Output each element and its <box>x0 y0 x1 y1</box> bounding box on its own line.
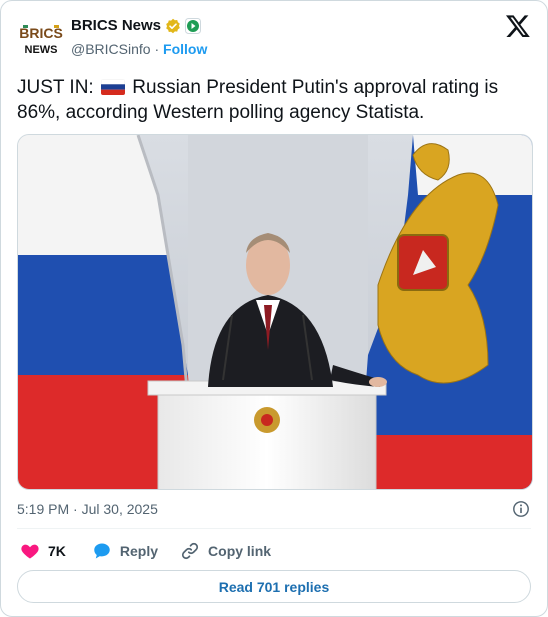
copy-link-button[interactable]: Copy link <box>180 541 271 561</box>
tweet-card: BRICS NEWS BRICS News @BRICSinfo · Follo… <box>0 0 548 617</box>
russia-flag-icon <box>101 79 125 95</box>
x-logo-icon[interactable] <box>505 13 531 39</box>
avatar-logo-text-bottom: NEWS <box>25 44 58 56</box>
tweet-timestamp[interactable]: 5:19 PM · Jul 30, 2025 <box>17 501 158 517</box>
heart-icon <box>21 544 39 559</box>
reply-bubble-icon <box>94 543 110 559</box>
handle[interactable]: @BRICSinfo <box>71 41 151 57</box>
actions-bar: 7K Reply Copy link <box>17 539 271 563</box>
tweet-text-prefix: JUST IN: <box>17 77 94 98</box>
podium <box>157 382 377 489</box>
author-name-row: BRICS News <box>71 17 202 34</box>
handle-row: @BRICSinfo · Follow <box>71 41 207 57</box>
affiliate-badge-icon <box>185 17 202 34</box>
reply-label: Reply <box>119 543 159 559</box>
reply-button[interactable]: Reply <box>92 541 158 561</box>
info-icon[interactable] <box>512 500 530 518</box>
avatar[interactable]: BRICS NEWS <box>17 15 65 63</box>
read-replies-label: Read 701 replies <box>218 578 330 595</box>
flag-blue-band <box>18 255 188 375</box>
tweet-text: JUST IN: Russian President Putin's appro… <box>17 75 533 125</box>
divider <box>17 528 531 529</box>
separator-dot: · <box>154 41 160 57</box>
link-icon <box>181 542 199 560</box>
read-replies-button[interactable]: Read 701 replies <box>17 570 531 603</box>
like-count: 7K <box>48 543 66 559</box>
verified-badge-icon <box>166 18 180 33</box>
follow-button[interactable]: Follow <box>163 41 207 57</box>
display-name[interactable]: BRICS News <box>71 17 161 34</box>
like-button[interactable]: 7K <box>20 541 66 561</box>
tweet-media-image[interactable] <box>17 134 533 490</box>
copy-link-label: Copy link <box>208 543 272 559</box>
